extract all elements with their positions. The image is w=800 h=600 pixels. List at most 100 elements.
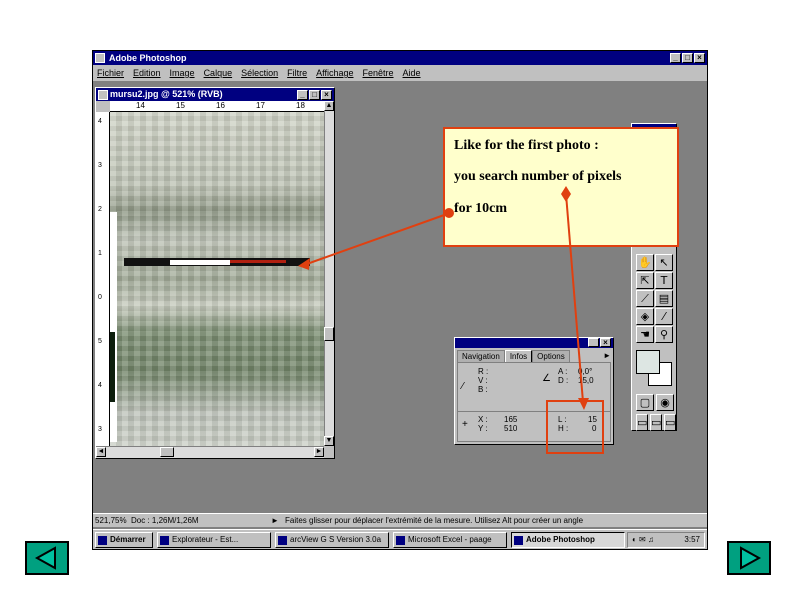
menu-filtre[interactable]: Filtre — [287, 65, 307, 81]
arrow-icon[interactable]: ↖ — [655, 254, 673, 271]
horizontal-scroll-thumb[interactable] — [160, 447, 174, 457]
status-arrow-icon[interactable]: ► — [271, 514, 279, 528]
task-photoshop[interactable]: Adobe Photoshop — [511, 532, 625, 548]
angle-icon: ∠ — [542, 373, 551, 384]
screen-mode-standard-icon[interactable]: ▭ — [636, 414, 648, 431]
document-window: mursu2.jpg @ 521% (RVB) _ □ × 14 15 16 1… — [95, 87, 335, 459]
ruler-tick: 17 — [256, 101, 265, 110]
pointer-tool-icon[interactable]: ⇱ — [636, 272, 654, 289]
y-label: Y : — [478, 424, 488, 433]
start-label: Démarrer — [110, 535, 146, 544]
gradient-tool-icon[interactable]: ▤ — [655, 290, 673, 307]
palette-menu-arrow-icon[interactable]: ► — [603, 350, 611, 362]
image-canvas[interactable] — [110, 112, 324, 446]
clock: 3:57 — [684, 535, 700, 544]
screen-mode-row: ▭ ▭ ▭ — [636, 414, 676, 431]
explorer-icon — [160, 536, 169, 545]
eyedropper-icon: ⁄ — [462, 381, 464, 392]
menu-edition[interactable]: Edition — [133, 65, 161, 81]
menu-fichier[interactable]: Fichier — [97, 65, 124, 81]
vertical-scrollbar[interactable]: ▲ ▼ — [324, 101, 334, 446]
screen-mode-full-icon[interactable]: ▭ — [664, 414, 676, 431]
excel-icon — [396, 536, 405, 545]
ruler-tick: 4 — [98, 382, 102, 389]
previous-slide-button[interactable] — [25, 541, 69, 575]
highlight-box — [546, 400, 604, 454]
app-title: Adobe Photoshop — [109, 53, 187, 63]
task-explorer[interactable]: Explorateur - Est... — [157, 532, 271, 548]
type-tool-icon[interactable]: T — [655, 272, 673, 289]
palette-tabs: Navigation Infos Options ► — [457, 350, 611, 362]
scroll-left-button[interactable]: ◄ — [96, 447, 106, 457]
task-excel[interactable]: Microsoft Excel - paage — [393, 532, 507, 548]
callout-box: Like for the first photo : you search nu… — [443, 127, 679, 247]
angle-value: 0,0° — [578, 367, 593, 376]
measure-tool-icon[interactable]: ⟋ — [636, 290, 654, 307]
info-palette-titlebar[interactable]: × — [455, 338, 613, 348]
mask-mode-row: ▢ ◉ — [636, 394, 674, 411]
maximize-button[interactable]: □ — [682, 53, 693, 63]
windows-logo-icon — [98, 536, 107, 545]
task-label: Adobe Photoshop — [526, 535, 595, 544]
grab-tool-icon[interactable]: ☚ — [636, 326, 654, 343]
horizontal-scrollbar[interactable]: ◄ ► — [96, 446, 324, 458]
menu-calque[interactable]: Calque — [204, 65, 233, 81]
start-button[interactable]: Démarrer — [95, 532, 153, 548]
ruler-tick: 16 — [216, 101, 225, 110]
ruler-tick: 1 — [98, 250, 102, 257]
screen-mode-full-menu-icon[interactable]: ▭ — [650, 414, 662, 431]
document-titlebar[interactable]: mursu2.jpg @ 521% (RVB) _ □ × — [96, 88, 334, 101]
callout-line-3: for 10cm — [454, 201, 507, 216]
menu-image[interactable]: Image — [170, 65, 195, 81]
document-icon — [98, 90, 108, 100]
ruler-tick: 15 — [176, 101, 185, 110]
measure-line[interactable] — [230, 260, 286, 263]
ruler-tick: 14 — [136, 101, 145, 110]
standard-mode-icon[interactable]: ▢ — [636, 394, 654, 411]
document-size: Doc : 1,26M/1,26M — [131, 516, 199, 525]
zoom-level[interactable]: 521,75% — [95, 514, 127, 528]
ruler-tick: 0 — [98, 294, 102, 301]
quick-mask-icon[interactable]: ◉ — [656, 394, 674, 411]
zoom-tool-icon[interactable]: ⚲ — [655, 326, 673, 343]
distance-value: 15,0 — [578, 376, 594, 385]
menu-selection[interactable]: Sélection — [241, 65, 278, 81]
doc-minimize-button[interactable]: _ — [297, 90, 308, 100]
minimize-button[interactable]: _ — [670, 53, 681, 63]
bucket-tool-icon[interactable]: ◈ — [636, 308, 654, 325]
tab-navigation[interactable]: Navigation — [457, 350, 505, 362]
palette-minimize-button[interactable] — [588, 338, 599, 347]
photoshop-icon — [514, 536, 523, 545]
tab-options[interactable]: Options — [532, 350, 570, 362]
status-bar: 521,75% Doc : 1,26M/1,26M ► Faites gliss… — [93, 513, 707, 527]
x-label: X : — [478, 415, 488, 424]
x-value: 165 — [504, 415, 518, 424]
task-label: arcView G S Version 3.0a — [290, 535, 382, 544]
distance-label: D : — [558, 376, 569, 385]
doc-maximize-button[interactable]: □ — [309, 90, 320, 100]
horizontal-ruler: 14 15 16 17 18 — [110, 101, 324, 112]
palette-close-button[interactable]: × — [600, 338, 611, 347]
foreground-color-swatch[interactable] — [636, 350, 660, 374]
scroll-up-button[interactable]: ▲ — [324, 101, 334, 111]
scale-bar-vertical — [110, 212, 117, 442]
vertical-scroll-thumb[interactable] — [324, 327, 334, 341]
tab-infos[interactable]: Infos — [504, 350, 533, 362]
eyedropper-tool-icon[interactable]: ⁄ — [655, 308, 673, 325]
scale-bar-white-segment — [170, 260, 230, 265]
hand-tool-icon[interactable]: ✋ — [636, 254, 654, 271]
task-label: Explorateur - Est... — [172, 535, 239, 544]
close-button[interactable]: × — [694, 53, 705, 63]
color-swatches[interactable] — [636, 350, 674, 390]
menu-affichage[interactable]: Affichage — [316, 65, 353, 81]
vertical-ruler: 4 3 2 1 0 5 4 3 — [96, 112, 110, 446]
task-arcview[interactable]: arcView G S Version 3.0a — [275, 532, 389, 548]
next-slide-button[interactable] — [727, 541, 771, 575]
scroll-right-button[interactable]: ► — [314, 447, 324, 457]
doc-close-button[interactable]: × — [321, 90, 332, 100]
scroll-down-button[interactable]: ▼ — [324, 436, 334, 446]
taskbar: Démarrer Explorateur - Est... arcView G … — [93, 529, 707, 549]
tray-icons[interactable]: ◐ ✉ ♫ — [632, 533, 654, 547]
menu-aide[interactable]: Aide — [403, 65, 421, 81]
menu-fenetre[interactable]: Fenêtre — [363, 65, 394, 81]
